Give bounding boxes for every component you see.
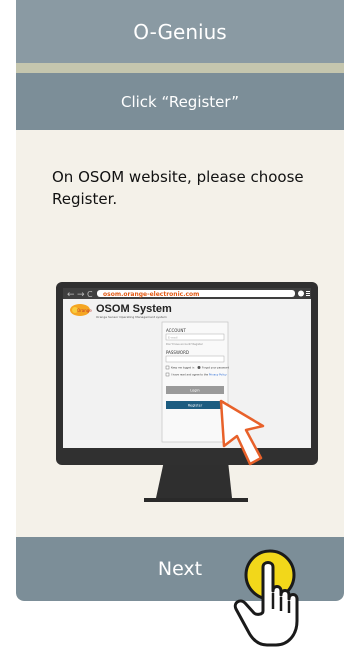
tutorial-card: O-Genius Click “Register” On OSOM websit… xyxy=(16,0,344,601)
agree-text: I have read and agree to the Privacy Pol… xyxy=(171,373,227,377)
hand-pointer-icon xyxy=(233,549,299,647)
logo-text: Orange xyxy=(77,308,92,313)
remember-checkbox[interactable] xyxy=(165,365,170,370)
register-button-label: Register xyxy=(188,404,203,408)
address-url: osom.orange-electronic.com xyxy=(103,291,199,298)
instruction-text: On OSOM website, please choose Register. xyxy=(52,168,304,208)
menu-icon[interactable] xyxy=(306,291,310,296)
step-title-bar: Click “Register” xyxy=(16,73,344,130)
back-arrow-icon[interactable]: ← xyxy=(67,290,75,300)
agree-checkbox[interactable] xyxy=(165,372,170,377)
next-button-label: Next xyxy=(157,558,203,580)
header-divider xyxy=(16,63,344,73)
forgot-icon xyxy=(197,366,201,369)
monitor-base xyxy=(144,498,248,502)
account-hint: Don't have account? Register xyxy=(166,342,204,346)
forward-arrow-icon[interactable]: → xyxy=(77,290,85,300)
agree-prefix: I have read and agree to the xyxy=(171,373,209,377)
refresh-icon[interactable]: C xyxy=(87,290,93,299)
system-subtitle: Orange Sensor Operating Management syste… xyxy=(96,315,167,319)
app-header: O-Genius xyxy=(16,0,344,63)
forgot-link[interactable]: Forgot your password xyxy=(202,366,229,370)
password-field[interactable] xyxy=(165,355,225,363)
email-placeholder: E-mail xyxy=(168,336,178,340)
profile-icon[interactable] xyxy=(298,290,304,297)
password-label: PASSWORD xyxy=(166,350,189,355)
app-title: O-Genius xyxy=(133,19,227,44)
system-title: OSOM System xyxy=(96,303,172,315)
monitor-stand xyxy=(156,461,232,498)
privacy-link[interactable]: Privacy Policy xyxy=(209,373,227,377)
step-title: Click “Register” xyxy=(121,92,239,111)
remember-label: Keep me logged in xyxy=(171,366,195,370)
login-button-label: Login xyxy=(190,389,199,393)
account-label: ACCOUNT xyxy=(166,328,186,333)
monitor-illustration: ← → C osom.orange-electronic.com Orange … xyxy=(56,282,318,502)
